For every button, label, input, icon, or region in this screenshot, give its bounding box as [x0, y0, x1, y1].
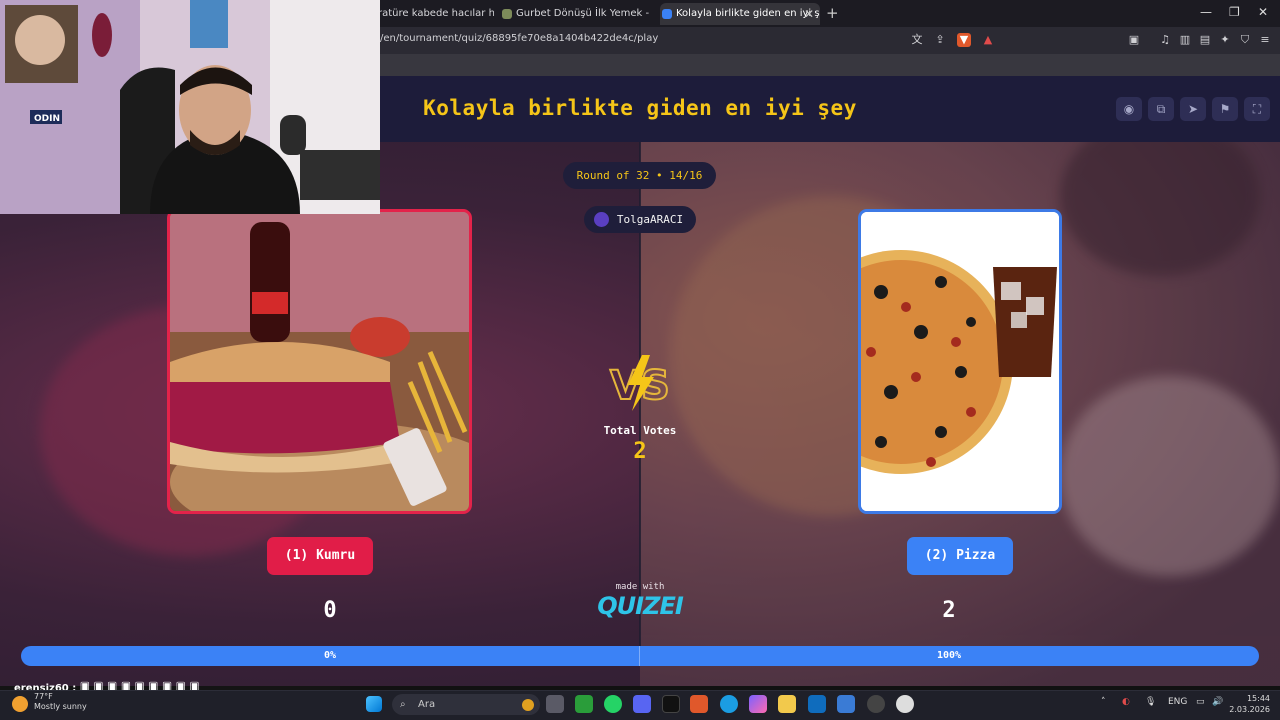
- clock-time: 15:44: [1246, 694, 1270, 703]
- volume-icon[interactable]: 🔊: [1212, 697, 1223, 707]
- mail-icon[interactable]: [808, 695, 826, 713]
- whatsapp-icon[interactable]: [604, 695, 622, 713]
- close-tab-icon[interactable]: ✕: [804, 3, 814, 25]
- webcam-feed: ODIN: [0, 0, 380, 214]
- share-icon[interactable]: ⇪: [933, 33, 947, 47]
- flag-icon[interactable]: ⚑: [1212, 97, 1238, 121]
- creator-name: TolgaARACI: [616, 213, 684, 226]
- tray-app-icon[interactable]: ◐: [1122, 697, 1130, 707]
- fullscreen-icon[interactable]: ⛶: [1244, 97, 1270, 121]
- screenshot-icon[interactable]: ▣: [1127, 33, 1141, 47]
- microphone-icon[interactable]: 🎙: [1145, 697, 1156, 707]
- discord-icon[interactable]: [633, 695, 651, 713]
- start-icon[interactable]: [366, 696, 382, 712]
- tab-1[interactable]: ratüre kabede hacılar hu der: [372, 3, 494, 25]
- music-icon[interactable]: ♫: [1158, 33, 1172, 47]
- language-indicator[interactable]: ENG: [1168, 697, 1187, 707]
- restore-icon[interactable]: ❐: [1229, 5, 1240, 19]
- option-right-image[interactable]: [858, 209, 1062, 514]
- tab-label: Kolayla birlikte giden en iyi şey: [676, 8, 820, 19]
- new-tab-button[interactable]: +: [826, 4, 839, 22]
- weather-desc: Mostly sunny: [34, 702, 87, 711]
- progress-divider: [639, 646, 640, 666]
- creator-badge[interactable]: TolgaARACI: [584, 206, 696, 233]
- bg-blur: [1060, 376, 1280, 576]
- avatar: [594, 212, 609, 227]
- edge-icon[interactable]: [720, 695, 738, 713]
- tab-label: Gurbet Dönüşü İlk Yemek - Tier List,: [516, 8, 652, 19]
- brave-icon[interactable]: [690, 695, 708, 713]
- search-highlight-icon: [522, 699, 534, 711]
- round-text: Round of 32 • 14/16: [576, 169, 703, 182]
- round-badge: Round of 32 • 14/16: [563, 162, 716, 189]
- minimize-icon[interactable]: —: [1200, 5, 1212, 19]
- network-icon[interactable]: ▭: [1196, 697, 1205, 707]
- leo-icon[interactable]: ✦: [1218, 33, 1232, 47]
- eye-icon[interactable]: ◉: [1116, 97, 1142, 121]
- webcam-overlay: ODIN: [0, 0, 380, 214]
- vs-logo: VS: [609, 355, 671, 411]
- taskbar-search[interactable]: ⌕ Ara: [392, 694, 540, 715]
- option-right-button[interactable]: (2) Pizza: [907, 537, 1013, 575]
- steelseries-icon[interactable]: [867, 695, 885, 713]
- settings-icon[interactable]: [896, 695, 914, 713]
- weather-icon[interactable]: [12, 696, 28, 712]
- window-close-icon[interactable]: ✕: [1258, 5, 1268, 19]
- screen: ratüre kabede hacılar hu der Gurbet Dönü…: [0, 0, 1280, 720]
- translate-icon[interactable]: 文: [910, 33, 924, 47]
- tab-active[interactable]: Kolayla birlikte giden en iyi şey ✕: [660, 3, 820, 25]
- brave-rewards-icon[interactable]: ▲: [981, 33, 995, 47]
- progress-left-percent: 0%: [323, 650, 337, 661]
- option-left-image[interactable]: [167, 209, 472, 514]
- total-votes-label: Total Votes: [603, 424, 677, 437]
- task-view-icon[interactable]: [546, 695, 564, 713]
- option-left-votes: 0: [323, 598, 337, 623]
- brave-shield-icon[interactable]: ▼: [957, 33, 971, 47]
- xbox-icon[interactable]: [575, 695, 593, 713]
- made-with-label: made with: [615, 582, 665, 592]
- option-left-button[interactable]: (1) Kumru: [267, 537, 373, 575]
- vote-progress-bar: 0% 100%: [21, 646, 1259, 666]
- favicon-icon: [662, 9, 672, 19]
- tab-2[interactable]: Gurbet Dönüşü İlk Yemek - Tier List,: [500, 3, 652, 25]
- file-explorer-icon[interactable]: [778, 695, 796, 713]
- kumru-photo: [170, 212, 469, 511]
- total-votes-value: 2: [633, 439, 647, 464]
- vpn-icon[interactable]: ⛉: [1238, 33, 1252, 47]
- link-icon[interactable]: ⧉: [1148, 97, 1174, 121]
- app-icon[interactable]: [662, 695, 680, 713]
- copilot-icon[interactable]: [749, 695, 767, 713]
- weather-widget[interactable]: 77°F Mostly sunny: [34, 692, 87, 712]
- search-placeholder: Ara: [418, 699, 436, 710]
- progress-right-percent: 100%: [936, 650, 962, 661]
- system-clock[interactable]: 15:44 2.03.2026: [1226, 693, 1270, 715]
- search-icon: ⌕: [400, 699, 406, 710]
- store-icon[interactable]: [837, 695, 855, 713]
- clock-date: 2.03.2026: [1229, 705, 1270, 714]
- tab-label: ratüre kabede hacılar hu der: [378, 8, 494, 19]
- sidebar-icon[interactable]: ▥: [1178, 33, 1192, 47]
- menu-icon[interactable]: ≡: [1258, 33, 1272, 47]
- weather-temp: 77°F: [34, 692, 53, 701]
- favicon-icon: [502, 9, 512, 19]
- send-icon[interactable]: ➤: [1180, 97, 1206, 121]
- option-right-votes: 2: [942, 598, 956, 623]
- quizei-logo[interactable]: QUIZEI: [590, 592, 690, 620]
- svg-text:ODIN: ODIN: [34, 114, 60, 124]
- wallet-icon[interactable]: ▤: [1198, 33, 1212, 47]
- url-field[interactable]: /en/tournament/quiz/68895fe70e8a1404b422…: [380, 33, 658, 44]
- tray-chevron-icon[interactable]: ˄: [1101, 697, 1106, 707]
- pizza-photo: [861, 212, 1059, 511]
